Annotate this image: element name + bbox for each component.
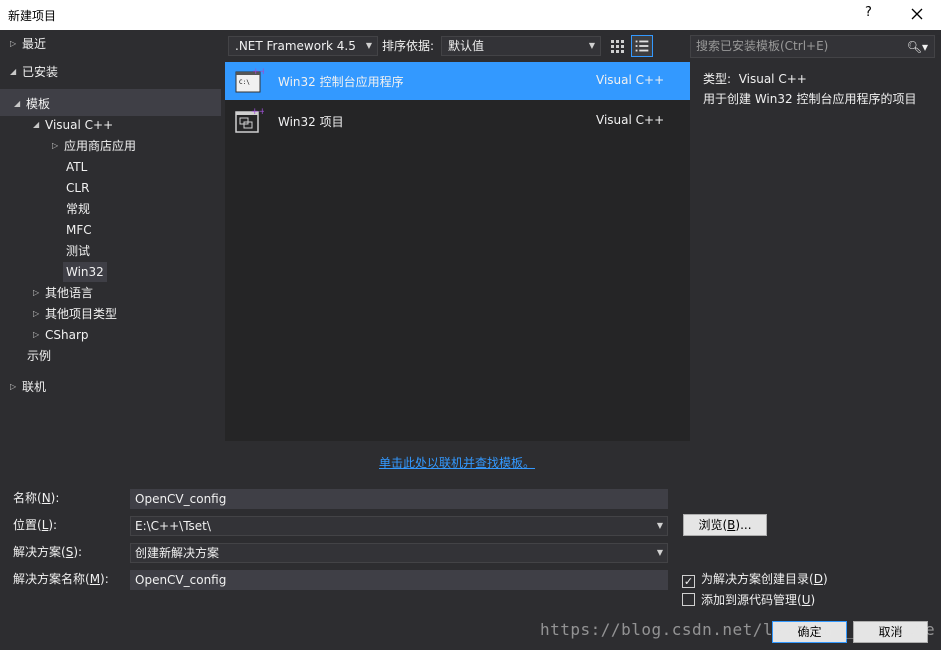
type-value: Visual C++: [738, 72, 807, 86]
template-tree: ▷ 最近 ◢ 已安装 ◢ 模板 ◢ Visual C++ ▷ 应用商店应用 ATL CLR…: [0, 30, 221, 480]
type-label: 类型:: [703, 72, 732, 86]
tree-item-visual-cpp[interactable]: ◢ Visual C++: [33, 115, 113, 135]
template-list: C:\ ++ Win32 控制台应用程序 Visual C++ ++ Win32…: [225, 62, 690, 441]
template-description: 类型: Visual C++ 用于创建 Win32 控制台应用程序的项目: [703, 69, 916, 109]
tree-item-online[interactable]: ▷ 联机: [10, 377, 46, 397]
checkbox-unchecked-icon[interactable]: [682, 593, 695, 606]
tree-item-other-languages[interactable]: ▷ 其他语言: [33, 283, 93, 303]
sort-select[interactable]: 默认值 ▼: [441, 36, 601, 56]
tree-item-installed[interactable]: ◢ 已安装: [10, 62, 58, 82]
small-icons-view-icon[interactable]: [609, 38, 625, 54]
tree-item-test[interactable]: 测试: [66, 241, 90, 261]
template-row-console[interactable]: C:\ ++ Win32 控制台应用程序 Visual C++: [225, 62, 690, 100]
name-input[interactable]: OpenCV_config: [130, 489, 668, 509]
help-button[interactable]: ?: [865, 5, 872, 20]
expand-arrow-icon[interactable]: ▷: [10, 34, 22, 54]
solution-label: 解决方案(S):: [13, 545, 83, 559]
solution-name-label: 解决方案名称(M):: [13, 572, 109, 586]
dropdown-arrow-icon: ▼: [365, 41, 372, 50]
collapse-arrow-icon[interactable]: ◢: [14, 94, 26, 114]
source-control-checkbox[interactable]: 添加到源代码管理(U): [682, 592, 815, 608]
dropdown-arrow-icon: ▼: [656, 548, 663, 557]
title-bar: 新建项目 ?: [0, 0, 941, 30]
expand-arrow-icon[interactable]: ▷: [33, 325, 45, 345]
console-app-icon: C:\ ++: [235, 67, 264, 93]
svg-text:++: ++: [252, 67, 264, 77]
template-name: Win32 控制台应用程序: [278, 75, 404, 89]
svg-text:++: ++: [251, 107, 264, 117]
tree-item-win32[interactable]: Win32: [63, 262, 107, 282]
browse-button[interactable]: 浏览(B)...: [683, 514, 767, 536]
tree-item-mfc[interactable]: MFC: [66, 220, 92, 240]
sort-label: 排序依据:: [382, 39, 435, 53]
win32-project-icon: ++: [235, 107, 264, 133]
solution-select[interactable]: 创建新解决方案 ▼: [130, 543, 668, 563]
tree-item-other-project-types[interactable]: ▷ 其他项目类型: [33, 304, 117, 324]
name-label: 名称(N):: [13, 491, 60, 505]
tree-item-clr[interactable]: CLR: [66, 178, 89, 198]
checkbox-checked-icon[interactable]: ✓: [682, 575, 695, 588]
online-templates-link[interactable]: 单击此处以联机并查找模板。: [379, 454, 535, 471]
collapse-arrow-icon[interactable]: ◢: [33, 115, 45, 135]
close-icon[interactable]: [906, 3, 928, 25]
template-name: Win32 项目: [278, 115, 344, 129]
search-icon[interactable]: 🔍︎▾: [907, 37, 928, 58]
expand-arrow-icon[interactable]: ▷: [33, 304, 45, 324]
tree-item-recent[interactable]: ▷ 最近: [10, 34, 46, 54]
create-directory-checkbox[interactable]: ✓ 为解决方案创建目录(D): [682, 571, 828, 588]
list-view-icon[interactable]: [631, 35, 653, 57]
search-input[interactable]: 搜索已安装模板(Ctrl+E) 🔍︎▾: [690, 35, 935, 58]
expand-arrow-icon[interactable]: ▷: [52, 136, 64, 156]
tree-item-general[interactable]: 常规: [66, 199, 90, 219]
tree-item-store-apps[interactable]: ▷ 应用商店应用: [52, 136, 136, 156]
description-text: 用于创建 Win32 控制台应用程序的项目: [703, 92, 917, 106]
tree-item-atl[interactable]: ATL: [66, 157, 87, 177]
window-title: 新建项目: [8, 9, 57, 23]
location-label: 位置(L):: [13, 518, 58, 532]
tree-item-samples[interactable]: 示例: [27, 346, 51, 366]
dropdown-arrow-icon: ▼: [656, 521, 663, 530]
dropdown-arrow-icon: ▼: [588, 41, 595, 50]
location-select[interactable]: E:\C++\Tset\ ▼: [130, 516, 668, 536]
solution-name-input[interactable]: OpenCV_config: [130, 570, 668, 590]
template-language: Visual C++: [596, 73, 665, 87]
collapse-arrow-icon[interactable]: ◢: [10, 62, 22, 82]
framework-select[interactable]: .NET Framework 4.5 ▼: [228, 36, 378, 56]
expand-arrow-icon[interactable]: ▷: [10, 377, 22, 397]
template-row-win32[interactable]: ++ Win32 项目 Visual C++: [225, 102, 690, 140]
expand-arrow-icon[interactable]: ▷: [33, 283, 45, 303]
tree-item-templates[interactable]: ◢ 模板: [14, 94, 50, 114]
svg-text:C:\: C:\: [239, 79, 250, 86]
template-language: Visual C++: [596, 113, 665, 127]
tree-item-csharp[interactable]: ▷ CSharp: [33, 325, 89, 345]
watermark: https://blog.csdn.net/learning_for_life: [540, 620, 936, 639]
